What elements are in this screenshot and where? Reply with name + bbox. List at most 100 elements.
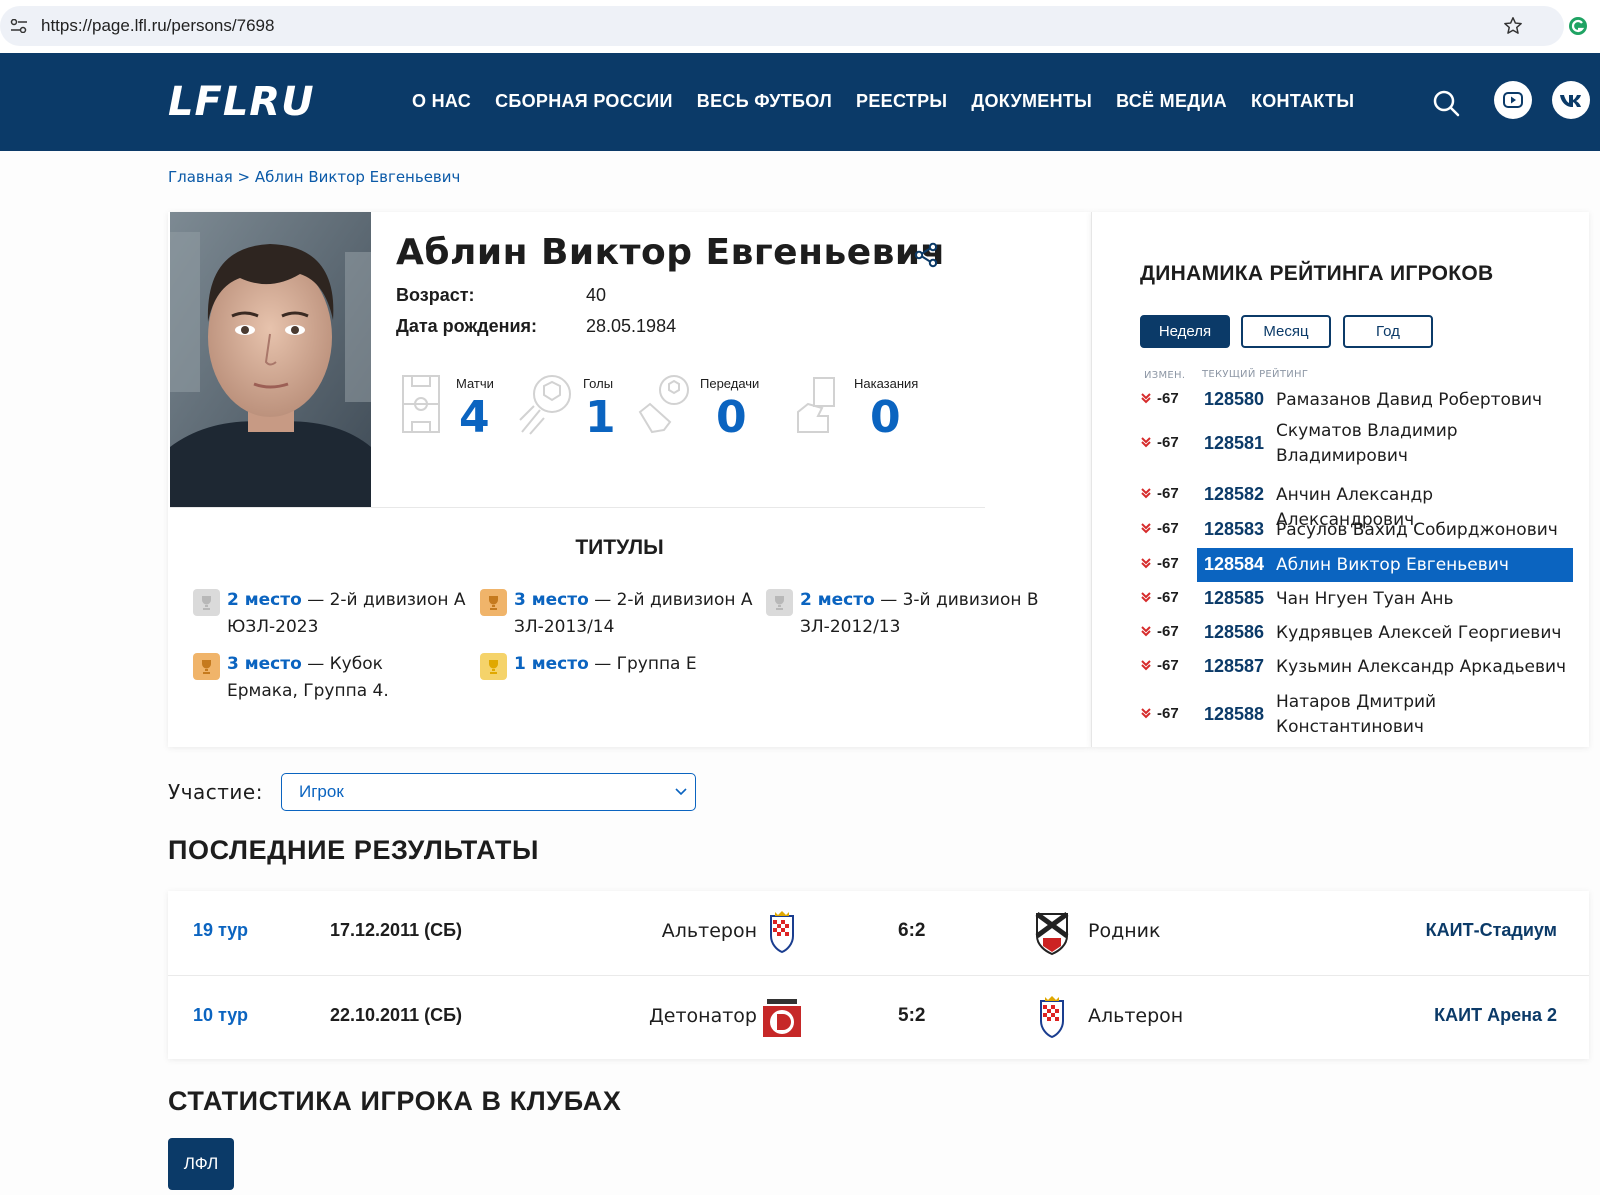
rating-player-name[interactable]: Рамазанов Давид Робертович bbox=[1276, 388, 1573, 413]
rating-entry[interactable]: 128580 Рамазанов Давид Робертович bbox=[1197, 384, 1573, 415]
extension-icon[interactable] bbox=[1568, 16, 1588, 36]
result-score[interactable]: 5:2 bbox=[898, 1005, 925, 1027]
rating-entry[interactable]: 128588 Натаров Дмитрий Константинович bbox=[1197, 687, 1573, 743]
result-round[interactable]: 10 тур bbox=[193, 1005, 248, 1026]
rating-row[interactable]: -67 128586 Кудрявцев Алексей Георгиевич bbox=[1140, 617, 1568, 648]
rating-down-icon bbox=[1141, 487, 1151, 498]
rating-entry[interactable]: 128581 Скуматов Владимир Владимирович bbox=[1197, 416, 1573, 472]
share-icon[interactable] bbox=[913, 242, 939, 268]
period-year-button[interactable]: Год bbox=[1343, 315, 1433, 348]
rating-value: 128586 bbox=[1204, 621, 1265, 642]
rodnik-crest-icon bbox=[1035, 911, 1069, 956]
title-place[interactable]: 3 место bbox=[514, 590, 589, 610]
breadcrumb[interactable]: Главная > Аблин Виктор Евгеньевич bbox=[168, 168, 460, 186]
stat-value: 4 bbox=[459, 392, 490, 443]
rating-player-name[interactable]: Чан Нгуен Туан Ань bbox=[1276, 587, 1573, 612]
nav-about[interactable]: О НАС bbox=[412, 91, 471, 112]
rating-entry[interactable]: 128585 Чан Нгуен Туан Ань bbox=[1197, 583, 1573, 614]
rating-entry[interactable]: 128584 Аблин Виктор Евгеньевич bbox=[1197, 548, 1573, 582]
period-week-button[interactable]: Неделя bbox=[1140, 315, 1230, 348]
result-venue[interactable]: КАИТ Арена 2 bbox=[1434, 1005, 1557, 1026]
title-place[interactable]: 1 место bbox=[514, 654, 589, 674]
title-place[interactable]: 2 место bbox=[227, 590, 302, 610]
result-away-team[interactable]: Альтерон bbox=[1088, 1005, 1183, 1027]
result-row[interactable]: 10 тур 22.10.2011 (СБ) Детонатор 5:2 Аль… bbox=[168, 975, 1589, 1059]
title-place[interactable]: 3 место bbox=[227, 654, 302, 674]
participation-select[interactable]: Игрок bbox=[281, 773, 696, 811]
rating-change: -67 bbox=[1157, 588, 1179, 606]
player-name: Аблин Виктор Евгеньевич bbox=[396, 232, 946, 273]
address-bar[interactable]: https://page.lfl.ru/persons/7698 bbox=[0, 6, 1564, 46]
title-item: 2 место — 3-й дивизион В ЗЛ-2012/13 bbox=[766, 587, 1070, 641]
rating-entry[interactable]: 128582 Анчин Александр Александрович bbox=[1197, 479, 1573, 530]
nav-all-football[interactable]: ВЕСЬ ФУТБОЛ bbox=[697, 91, 832, 112]
birth-date-value: 28.05.1984 bbox=[586, 316, 677, 336]
result-venue[interactable]: КАИТ-Стадиум bbox=[1426, 920, 1557, 941]
titles-heading: ТИТУЛЫ bbox=[575, 536, 664, 559]
result-date: 17.12.2011 (СБ) bbox=[330, 920, 463, 940]
player-photo bbox=[170, 212, 371, 507]
site-logo[interactable]: LFLRU bbox=[168, 79, 315, 125]
result-away-team[interactable]: Родник bbox=[1088, 920, 1160, 942]
gold-trophy-icon bbox=[480, 653, 507, 680]
nav-contacts[interactable]: КОНТАКТЫ bbox=[1251, 91, 1354, 112]
rating-player-name[interactable]: Натаров Дмитрий Константинович bbox=[1276, 690, 1573, 740]
site-settings-icon[interactable] bbox=[10, 19, 28, 33]
player-profile-card: Аблин Виктор Евгеньевич Возраст: 40 Дата… bbox=[168, 212, 1091, 747]
chevron-down-icon bbox=[675, 788, 687, 796]
silver-trophy-icon bbox=[193, 589, 220, 616]
rating-row[interactable]: -67 128584 Аблин Виктор Евгеньевич bbox=[1140, 548, 1573, 582]
rating-row[interactable]: -67 128580 Рамазанов Давид Робертович bbox=[1140, 384, 1568, 415]
rating-entry[interactable]: 128587 Кузьмин Александр Аркадьевич bbox=[1197, 651, 1573, 682]
bookmark-star-icon[interactable] bbox=[1502, 15, 1524, 37]
rating-value: 128583 bbox=[1204, 518, 1265, 539]
result-home-team[interactable]: Альтерон bbox=[662, 920, 757, 942]
vk-button[interactable] bbox=[1552, 81, 1590, 119]
youtube-icon bbox=[1503, 92, 1523, 108]
rating-entry[interactable]: 128583 Расулов Вахид Собирджонович bbox=[1197, 514, 1573, 545]
rating-row[interactable]: -67 128581 Скуматов Владимир Владимирович bbox=[1140, 416, 1568, 472]
result-row[interactable]: 19 тур 17.12.2011 (СБ) Альтерон 6:2 Родн… bbox=[168, 891, 1589, 975]
nav-documents[interactable]: ДОКУМЕНТЫ bbox=[971, 91, 1092, 112]
result-home-team[interactable]: Детонатор bbox=[649, 1005, 757, 1027]
rating-player-name[interactable]: Скуматов Владимир Владимирович bbox=[1276, 419, 1573, 469]
rating-title: ДИНАМИКА РЕЙТИНГА ИГРОКОВ bbox=[1140, 262, 1494, 285]
nav-media[interactable]: ВСЁ МЕДИА bbox=[1116, 91, 1227, 112]
rating-row[interactable]: -67 128587 Кузьмин Александр Аркадьевич bbox=[1140, 651, 1568, 682]
club-tab-lfl[interactable]: ЛФЛ bbox=[168, 1138, 234, 1190]
rating-row[interactable]: -67 128588 Натаров Дмитрий Константинович bbox=[1140, 687, 1568, 743]
rating-row[interactable]: -67 128583 Расулов Вахид Собирджонович bbox=[1140, 514, 1568, 545]
club-stats-heading: СТАТИСТИКА ИГРОКА В КЛУБАХ bbox=[168, 1086, 622, 1116]
stat-label: Матчи bbox=[456, 376, 494, 391]
result-score[interactable]: 6:2 bbox=[898, 920, 925, 942]
search-icon[interactable] bbox=[1432, 89, 1460, 117]
rating-player-name[interactable]: Расулов Вахид Собирджонович bbox=[1276, 518, 1573, 543]
rating-change: -67 bbox=[1157, 705, 1179, 722]
stat-label: Голы bbox=[583, 376, 614, 391]
detonator-crest-icon bbox=[763, 997, 801, 1037]
rating-row[interactable]: -67 128582 Анчин Александр Александрович bbox=[1140, 479, 1568, 530]
youtube-button[interactable] bbox=[1494, 81, 1532, 119]
rating-change: -67 bbox=[1157, 389, 1179, 407]
nav-national-team[interactable]: СБОРНАЯ РОССИИ bbox=[495, 91, 673, 112]
result-date: 22.10.2011 (СБ) bbox=[330, 1005, 463, 1025]
boot-ball-icon bbox=[638, 375, 689, 434]
rating-row[interactable]: -67 128585 Чан Нгуен Туан Ань bbox=[1140, 583, 1568, 614]
nav-registries[interactable]: РЕЕСТРЫ bbox=[856, 91, 947, 112]
rating-entry[interactable]: 128586 Кудрявцев Алексей Георгиевич bbox=[1197, 617, 1573, 648]
rating-player-name[interactable]: Аблин Виктор Евгеньевич bbox=[1276, 553, 1573, 578]
rating-player-name[interactable]: Кузьмин Александр Аркадьевич bbox=[1276, 655, 1573, 680]
results-table: 19 тур 17.12.2011 (СБ) Альтерон 6:2 Родн… bbox=[168, 891, 1589, 1059]
rating-down-icon bbox=[1141, 558, 1151, 569]
rating-down-icon bbox=[1141, 625, 1151, 636]
result-round[interactable]: 19 тур bbox=[193, 920, 248, 941]
bronze-trophy-icon bbox=[480, 589, 507, 616]
rating-change: -67 bbox=[1157, 484, 1179, 502]
url-text[interactable]: https://page.lfl.ru/persons/7698 bbox=[41, 16, 274, 36]
title-item: 3 место — Кубок Ермака, Группа 4. bbox=[193, 651, 427, 705]
rating-down-icon bbox=[1141, 522, 1151, 533]
alteron-crest-icon bbox=[770, 911, 794, 954]
rating-player-name[interactable]: Кудрявцев Алексей Георгиевич bbox=[1276, 621, 1573, 646]
period-month-button[interactable]: Месяц bbox=[1241, 315, 1331, 348]
title-place[interactable]: 2 место bbox=[800, 590, 875, 610]
